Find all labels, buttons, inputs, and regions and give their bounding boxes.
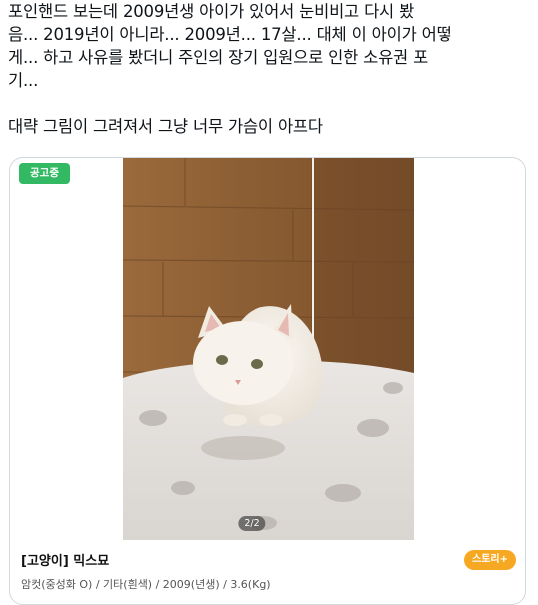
tweet-paragraph-1: 포인핸드 보는데 2009년생 아이가 있어서 눈비비고 다시 봤 음... 2… <box>8 2 452 90</box>
card-title: [고양이] 믹스묘 <box>21 554 110 569</box>
card-details: 암컷(중성화 O) / 기타(흰색) / 2009(년생) / 3.6(Kg) <box>21 578 271 591</box>
photo-counter: 2/2 <box>238 516 266 531</box>
cat-photo[interactable]: 2/2 <box>123 158 414 540</box>
card-info: [고양이] 믹스묘 암컷(중성화 O) / 기타(흰색) / 2009(년생) … <box>21 550 516 592</box>
tweet-text: 포인핸드 보는데 2009년생 아이가 있어서 눈비비고 다시 봤 음... 2… <box>8 0 530 138</box>
status-badge: 공고중 <box>19 163 70 184</box>
story-badge[interactable]: 스토리+ <box>464 550 516 570</box>
adoption-card[interactable]: 공고중 2/2 [고양이] 믹스묘 암컷(중성화 O) / 기타(흰색) / 2… <box>9 157 526 605</box>
tweet-paragraph-2: 대략 그림이 그려져서 그냥 너무 가슴이 아프다 <box>8 117 323 136</box>
